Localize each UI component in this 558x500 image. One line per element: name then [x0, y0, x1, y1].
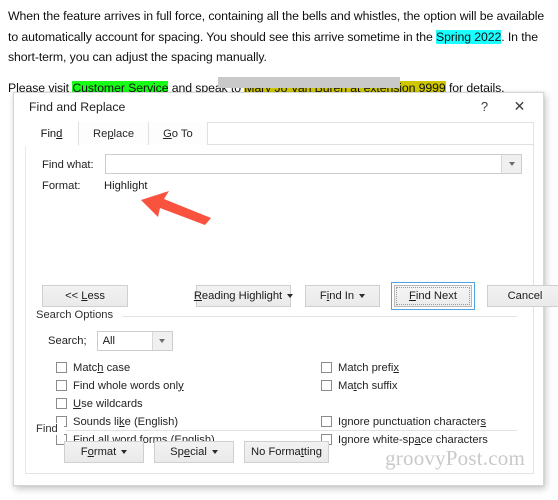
find-what-input[interactable] [106, 155, 501, 173]
caret-down-icon [359, 294, 366, 298]
reading-highlight-button[interactable]: Reading Highlight [194, 285, 294, 307]
document-paragraph-1: When the feature arrives in full force, … [8, 6, 550, 68]
checkbox-box[interactable] [56, 362, 67, 373]
document-selection-bar [218, 77, 400, 88]
find-next-button-focus-ring: Find Next [391, 282, 475, 310]
caret-down-icon [287, 294, 294, 298]
checkbox-box[interactable] [56, 398, 67, 409]
help-icon[interactable]: ? [469, 93, 500, 119]
tab-replace[interactable]: Replace [79, 122, 150, 145]
search-direction-row: Search; All [48, 331, 173, 351]
close-icon[interactable]: ✕ [504, 93, 535, 119]
chevron-down-icon[interactable] [501, 155, 521, 173]
find-group-legend: Find [36, 423, 64, 435]
cancel-button[interactable]: Cancel [487, 285, 558, 307]
search-select-value: All [102, 335, 116, 347]
dialog-titlebar[interactable]: Find and Replace ? ✕ [14, 93, 543, 123]
checkbox-match-prefix[interactable]: Match prefix [321, 359, 488, 376]
dialog-body: Find Replace Go To Find what: Format: Hi… [25, 122, 558, 474]
checkbox-label: Match suffix [338, 379, 398, 392]
find-what-label: Find what: [42, 159, 94, 171]
find-and-replace-dialog: Find and Replace ? ✕ Find Replace Go To … [13, 92, 558, 486]
dialog-title: Find and Replace [29, 100, 126, 114]
find-in-button[interactable]: Find In [305, 285, 380, 307]
tab-find[interactable]: Find [25, 122, 79, 146]
checkbox-label: Use wildcards [73, 397, 143, 410]
format-button[interactable]: Format [64, 441, 144, 463]
watermark: groovyPost.com [385, 446, 525, 470]
checkbox-use-wildcards[interactable]: Use wildcards [56, 395, 215, 412]
checkbox-label: Find whole words only [73, 379, 184, 392]
checkbox-find-whole-words-only[interactable]: Find whole words only [56, 377, 215, 394]
checkbox-box[interactable] [321, 362, 332, 373]
tab-go-to[interactable]: Go To [149, 122, 208, 145]
chevron-down-icon[interactable] [151, 332, 172, 350]
annotation-arrow-icon [141, 191, 211, 225]
checkbox-box[interactable] [321, 380, 332, 391]
format-value: Highlight [104, 180, 148, 192]
find-what-combo[interactable] [105, 154, 522, 174]
find-next-button[interactable]: Find Next [394, 285, 472, 307]
search-label: Search; [48, 335, 87, 347]
tab-strip: Find Replace Go To [25, 122, 534, 146]
caret-down-icon [121, 450, 128, 454]
no-formatting-button[interactable]: No Formatting [244, 441, 329, 463]
highlight-spring-2022: Spring 2022 [436, 29, 502, 44]
group-divider [66, 430, 517, 431]
special-button[interactable]: Special [154, 441, 234, 463]
search-options-legend: Search Options [36, 309, 120, 321]
checkbox-match-case[interactable]: Match case [56, 359, 215, 376]
checkbox-box[interactable] [56, 380, 67, 391]
caret-down-icon [211, 450, 218, 454]
group-divider [122, 316, 517, 317]
less-button[interactable]: << Less [42, 285, 128, 307]
checkbox-label: Match case [73, 361, 131, 374]
checkbox-label: Match prefix [338, 361, 399, 374]
checkbox-match-suffix[interactable]: Match suffix [321, 377, 488, 394]
search-select[interactable]: All [96, 331, 173, 351]
format-label: Format: [42, 180, 81, 192]
